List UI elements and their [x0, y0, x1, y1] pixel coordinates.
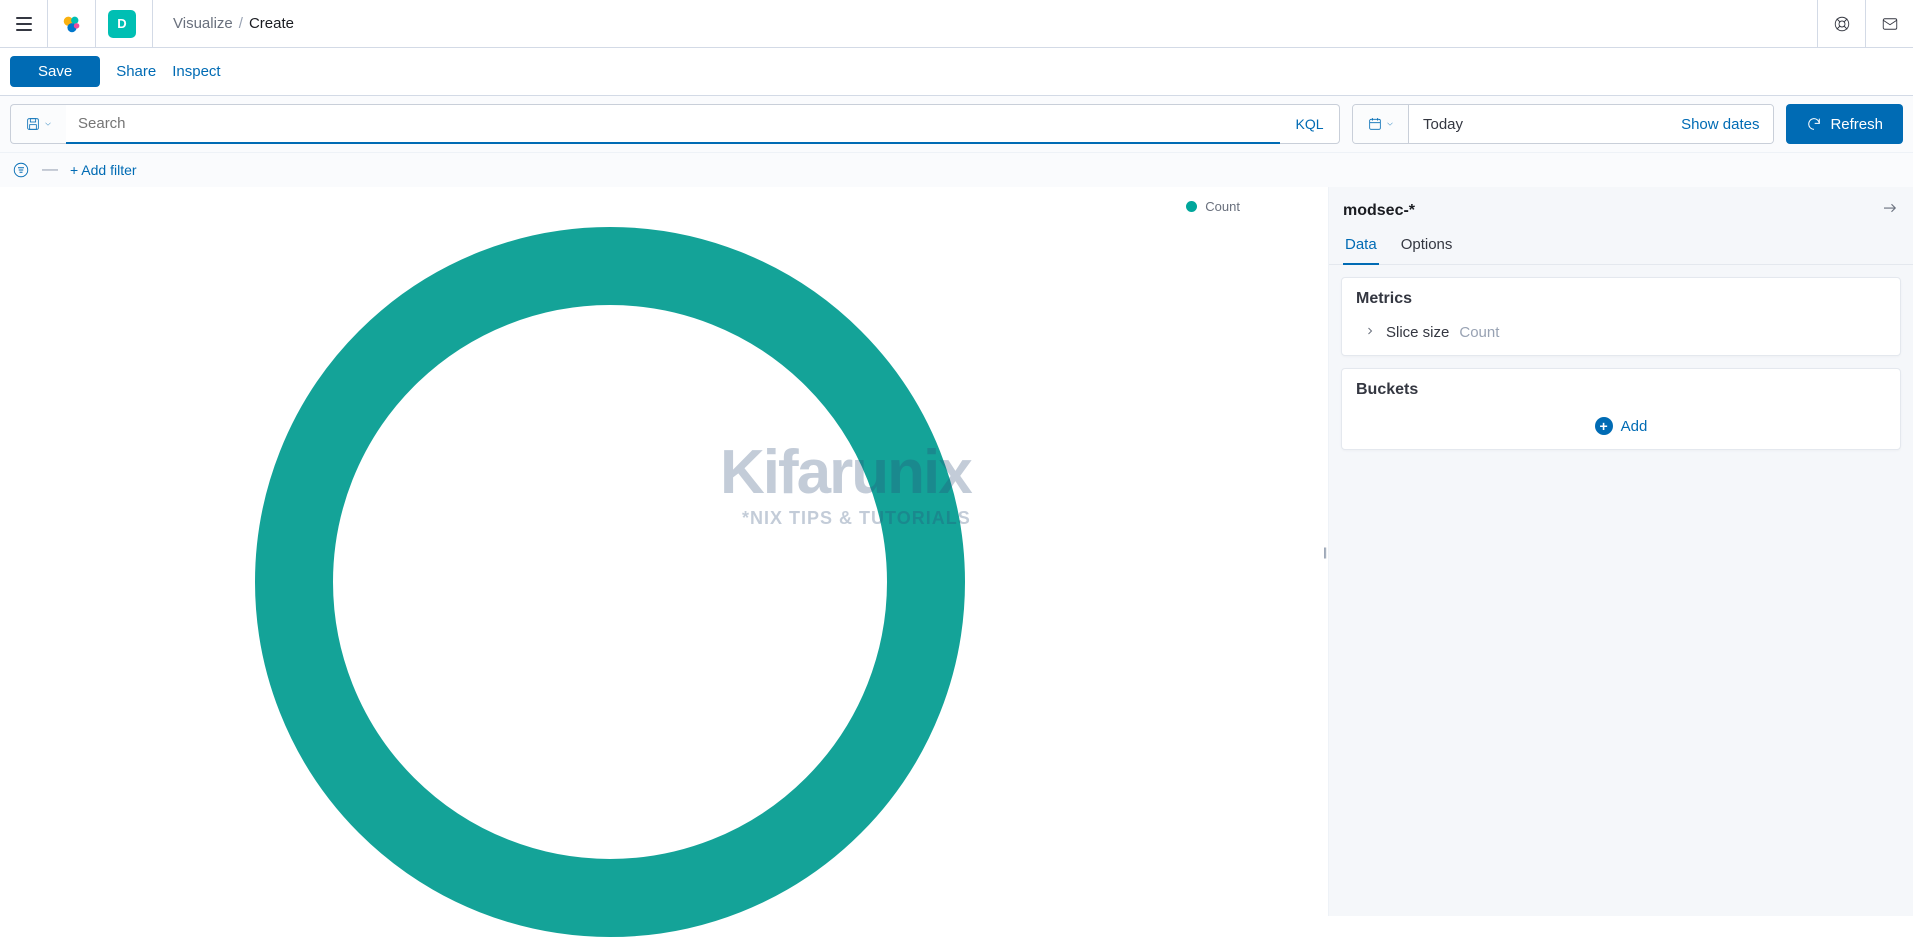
share-link[interactable]: Share: [116, 63, 156, 80]
breadcrumb-current: Create: [249, 15, 294, 32]
search-group: KQL: [10, 104, 1340, 144]
save-button[interactable]: Save: [10, 56, 100, 87]
mail-button[interactable]: [1865, 0, 1913, 48]
disk-icon: [25, 116, 41, 132]
editor-sidebar: || modsec-* Data Options Metrics Slice s…: [1328, 187, 1913, 916]
newsfeed-button[interactable]: [1817, 0, 1865, 48]
breadcrumb-parent[interactable]: Visualize: [173, 15, 233, 32]
metric-value: Count: [1459, 324, 1499, 341]
sidebar-resize-handle[interactable]: ||: [1323, 545, 1325, 559]
main-area: Count Kifarunix *NIX TIPS & TUTORIALS ||…: [0, 187, 1913, 916]
tab-data[interactable]: Data: [1343, 226, 1379, 265]
collapse-sidebar-button[interactable]: [1881, 199, 1899, 222]
calendar-icon: [1367, 116, 1383, 132]
breadcrumb-separator: /: [239, 15, 243, 32]
chevron-down-icon: [43, 119, 53, 129]
search-input[interactable]: [66, 104, 1280, 144]
time-picker-quick-button[interactable]: [1353, 105, 1409, 143]
chevron-right-icon: [1364, 324, 1376, 341]
sidebar-tabs: Data Options: [1329, 226, 1913, 265]
space-selector[interactable]: D: [96, 0, 153, 48]
buckets-panel: Buckets + Add: [1341, 368, 1901, 450]
collapse-right-icon: [1881, 199, 1899, 217]
time-picker-label[interactable]: Today: [1409, 105, 1667, 143]
index-pattern-title[interactable]: modsec-*: [1343, 202, 1415, 220]
panels: Metrics Slice size Count Buckets + Add: [1329, 265, 1913, 462]
nav-toggle[interactable]: [0, 0, 48, 48]
elastic-logo-icon: [61, 13, 83, 35]
add-bucket-label: Add: [1621, 418, 1648, 435]
filter-dash: —: [42, 161, 58, 179]
visualization-canvas: Count Kifarunix *NIX TIPS & TUTORIALS: [0, 187, 1328, 916]
filter-settings-icon[interactable]: [12, 161, 30, 179]
legend-label: Count: [1205, 199, 1240, 214]
breadcrumbs: Visualize / Create: [153, 15, 294, 32]
saved-queries-button[interactable]: [10, 104, 66, 144]
tab-options[interactable]: Options: [1399, 226, 1455, 264]
metric-slice-size[interactable]: Slice size Count: [1342, 316, 1900, 355]
time-picker: Today Show dates: [1352, 104, 1774, 144]
metric-label: Slice size: [1386, 324, 1449, 341]
legend-color-swatch: [1186, 201, 1197, 212]
mail-icon: [1881, 15, 1899, 33]
query-language-switch[interactable]: KQL: [1280, 104, 1340, 144]
action-bar: Save Share Inspect: [0, 48, 1913, 96]
refresh-button[interactable]: Refresh: [1786, 104, 1903, 144]
hamburger-icon: [16, 17, 32, 31]
buckets-title: Buckets: [1342, 369, 1900, 407]
metrics-panel: Metrics Slice size Count: [1341, 277, 1901, 356]
elastic-logo[interactable]: [48, 0, 96, 48]
top-header: D Visualize / Create: [0, 0, 1913, 48]
plus-circle-icon: +: [1595, 417, 1613, 435]
filter-row: — + Add filter: [0, 153, 1913, 187]
metrics-title: Metrics: [1342, 278, 1900, 316]
lifebuoy-icon: [1833, 15, 1851, 33]
space-badge: D: [108, 10, 136, 38]
inspect-link[interactable]: Inspect: [172, 63, 220, 80]
header-right: [1817, 0, 1913, 48]
add-bucket-button[interactable]: + Add: [1342, 407, 1900, 449]
query-bar: KQL Today Show dates Refresh: [0, 96, 1913, 153]
index-pattern-row: modsec-*: [1329, 187, 1913, 226]
donut-chart[interactable]: [255, 227, 965, 937]
add-filter-link[interactable]: + Add filter: [70, 162, 137, 178]
refresh-label: Refresh: [1830, 116, 1883, 133]
show-dates-link[interactable]: Show dates: [1667, 105, 1773, 143]
refresh-icon: [1806, 116, 1822, 132]
chevron-down-icon: [1385, 119, 1395, 129]
chart-legend[interactable]: Count: [1186, 199, 1240, 214]
